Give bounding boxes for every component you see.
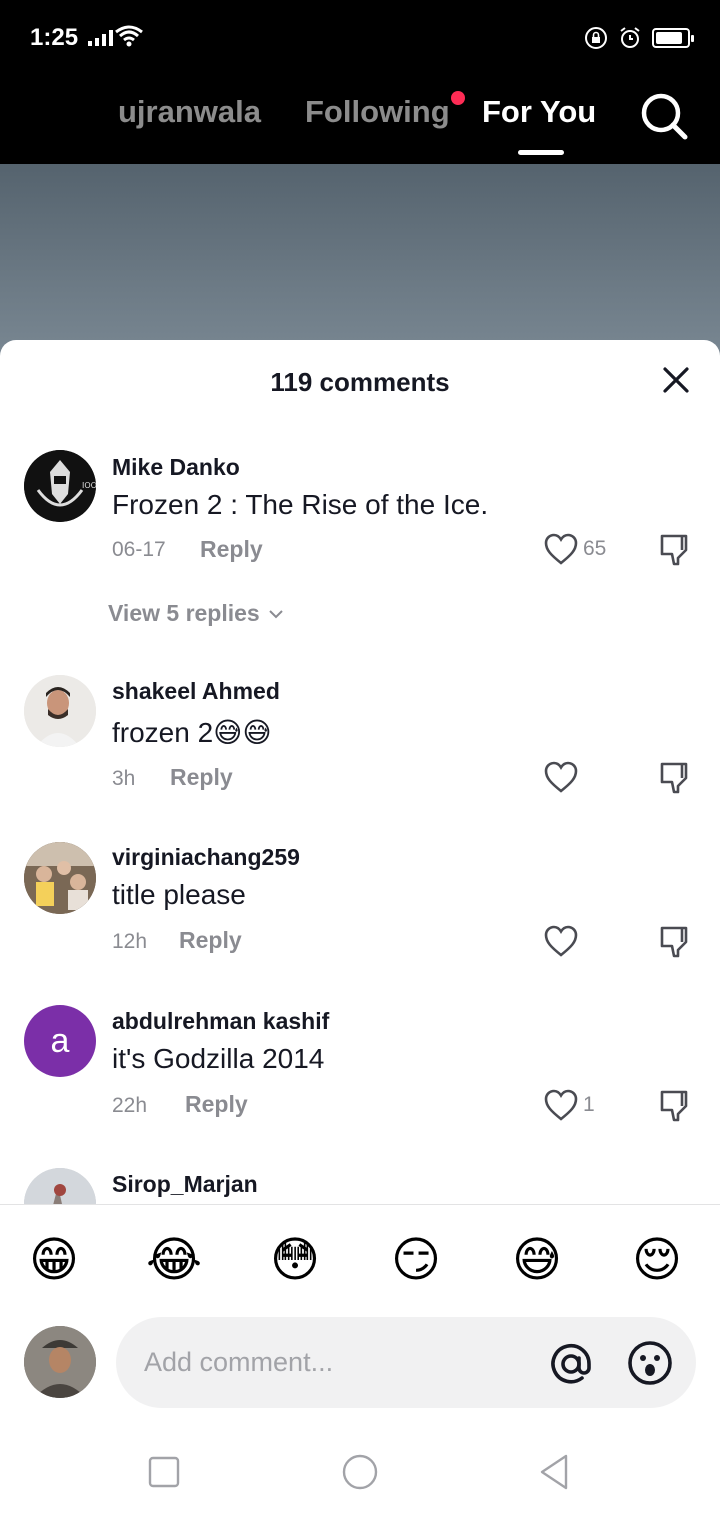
like-count: 65	[583, 537, 607, 560]
view-replies-button[interactable]: View 5 replies	[108, 600, 284, 627]
comment-time: 12h	[112, 930, 148, 953]
like-button[interactable]	[543, 924, 579, 958]
comment-username[interactable]: shakeel Ahmed	[112, 678, 280, 705]
search-icon[interactable]	[638, 90, 690, 142]
reply-button[interactable]: Reply	[185, 1091, 248, 1118]
emoji-relieved-button[interactable]: 😌	[627, 1230, 687, 1290]
notification-dot	[451, 91, 465, 105]
tab-for-you[interactable]: For You	[482, 94, 596, 130]
comment-time: 22h	[112, 1094, 148, 1117]
heart-icon	[544, 925, 578, 957]
reply-button[interactable]: Reply	[170, 764, 233, 791]
my-avatar	[24, 1326, 96, 1398]
heart-icon	[544, 761, 578, 793]
recent-apps-icon[interactable]	[144, 1452, 184, 1492]
avatar[interactable]	[24, 1168, 96, 1204]
comment-username[interactable]: Sirop_Marjan	[112, 1171, 258, 1198]
profile-photo-icon	[24, 675, 96, 747]
comment-text: frozen 2😅😅	[112, 717, 272, 748]
comment-username[interactable]: Mike Danko	[112, 454, 240, 481]
emoji-grin-button[interactable]: 😁	[24, 1230, 84, 1290]
comment-item: IOOI Mike Danko Frozen 2 : The Rise of t…	[0, 440, 720, 640]
spartan-logo-icon: IOOI	[24, 450, 96, 522]
status-right	[584, 26, 694, 50]
dislike-icon[interactable]	[658, 1088, 694, 1124]
video-background	[0, 164, 720, 364]
emoji-picker-icon[interactable]	[626, 1339, 674, 1387]
emoji-tears-of-joy-button[interactable]: 😂	[144, 1230, 204, 1290]
comment-composer	[116, 1317, 696, 1408]
battery-icon	[652, 28, 694, 48]
comment-username[interactable]: abdulrehman kashif	[112, 1008, 329, 1035]
comment-input[interactable]	[144, 1317, 524, 1408]
emoji-bar: 😁 😂 😳 😏 😅 😌	[0, 1206, 720, 1306]
avatar-letter: a	[50, 1021, 70, 1060]
dislike-icon[interactable]	[658, 924, 694, 960]
like-button[interactable]: 1	[543, 1088, 595, 1122]
comment-text: Frozen 2 : The Rise of the Ice.	[112, 489, 489, 520]
view-replies-label: View 5 replies	[108, 600, 260, 626]
status-bar: 1:25	[0, 0, 720, 76]
comment-item: Sirop_Marjan	[0, 1160, 720, 1204]
rotation-lock-icon	[585, 27, 607, 49]
home-icon[interactable]	[340, 1452, 380, 1492]
reply-button[interactable]: Reply	[200, 536, 263, 563]
like-button[interactable]	[543, 760, 579, 794]
comment-item: a abdulrehman kashif it's Godzilla 2014 …	[0, 996, 720, 1136]
svg-text:IOOI: IOOI	[82, 481, 96, 490]
divider	[0, 1204, 720, 1205]
tab-following[interactable]: Following	[305, 94, 450, 130]
active-tab-indicator	[518, 150, 564, 155]
profile-photo-icon	[24, 1168, 96, 1204]
tab-local[interactable]: ujranwala	[118, 94, 261, 130]
avatar[interactable]	[24, 842, 96, 914]
avatar[interactable]: a	[24, 1005, 96, 1077]
back-icon[interactable]	[536, 1452, 576, 1492]
wifi-icon	[115, 25, 143, 47]
comment-time: 06-17	[112, 538, 166, 561]
status-time: 1:25	[30, 24, 79, 51]
comment-text: it's Godzilla 2014	[112, 1043, 325, 1074]
profile-photo-icon	[24, 1326, 96, 1398]
comments-count-title: 119 comments	[270, 367, 450, 397]
dislike-icon[interactable]	[658, 532, 694, 568]
signal-icon	[88, 30, 113, 46]
close-icon[interactable]	[660, 364, 692, 396]
mention-icon[interactable]	[548, 1341, 594, 1387]
heart-icon	[544, 1089, 578, 1121]
alarm-icon	[620, 27, 640, 48]
avatar[interactable]: IOOI	[24, 450, 96, 522]
group-photo-icon	[24, 842, 96, 914]
like-button[interactable]: 65	[543, 532, 606, 566]
comment-username[interactable]: virginiachang259	[112, 844, 300, 871]
emoji-sweat-smile-button[interactable]: 😅	[507, 1230, 567, 1290]
top-nav: ujranwala Following For You	[0, 76, 720, 164]
heart-icon	[544, 533, 578, 565]
emoji-smirk-button[interactable]: 😏	[386, 1230, 446, 1290]
comment-item: virginiachang259 title please 12h Reply	[0, 832, 720, 972]
comment-item: shakeel Ahmed frozen 2😅😅 3h Reply	[0, 665, 720, 805]
reply-button[interactable]: Reply	[179, 927, 242, 954]
comments-sheet: 119 comments IOOI Mike Danko Frozen 2 : …	[0, 340, 720, 1520]
like-count: 1	[583, 1093, 595, 1116]
comment-text: title please	[112, 879, 246, 910]
chevron-down-icon	[269, 609, 283, 618]
comment-time: 3h	[112, 767, 136, 790]
dislike-icon[interactable]	[658, 760, 694, 796]
emoji-flushed-button[interactable]: 😳	[265, 1230, 325, 1290]
avatar[interactable]	[24, 675, 96, 747]
system-nav-bar	[0, 1430, 720, 1520]
